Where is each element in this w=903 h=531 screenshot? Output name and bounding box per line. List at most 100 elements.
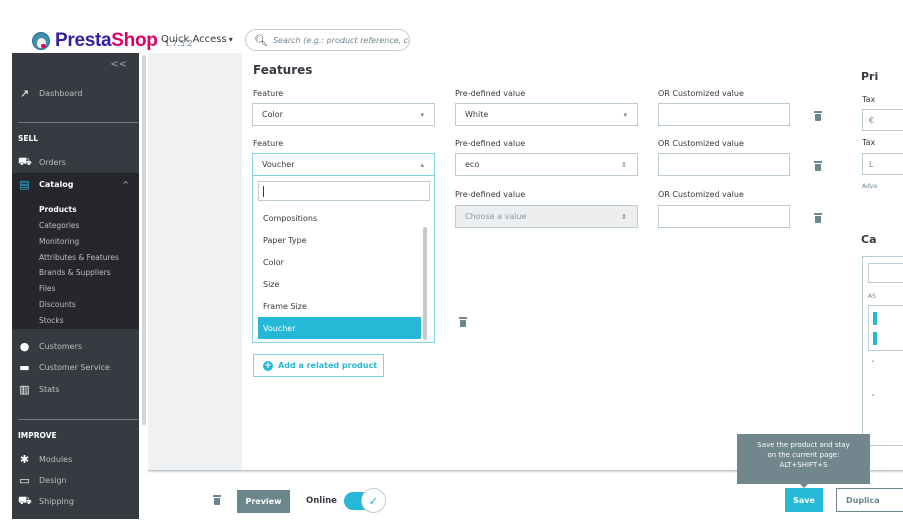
chevron-down-icon[interactable]: ˇ: [871, 394, 875, 403]
dropdown-option-selected[interactable]: Voucher: [258, 317, 421, 339]
sidebar-label: Catalog: [39, 179, 74, 189]
collapse-sidebar-icon[interactable]: <<: [110, 59, 127, 70]
feature-value: Voucher: [262, 160, 295, 169]
truck-icon: ⛟: [18, 493, 32, 507]
tax-rule-label: Tax: [862, 138, 876, 147]
preview-button[interactable]: Preview: [237, 490, 290, 513]
caret-up-icon: ▴: [420, 160, 424, 169]
quick-access-dropdown[interactable]: Quick Access ▾: [161, 34, 233, 45]
price-input[interactable]: €: [862, 109, 903, 131]
section-sell: SELL: [18, 134, 39, 143]
sidebar-label: Design: [39, 475, 67, 485]
customized-value-input[interactable]: [658, 153, 790, 176]
feature-select[interactable]: Color ▾: [252, 103, 435, 126]
sidebar-item-catalog[interactable]: ▤ Catalog ^: [12, 173, 139, 195]
features-title: Features: [253, 63, 313, 77]
submenu-item-products[interactable]: Products: [39, 205, 77, 214]
tooltip-shortcut: ALT+SHIFT+S: [779, 461, 828, 469]
chevron-up-icon[interactable]: ˆ: [871, 360, 875, 369]
predefined-value-select[interactable]: eco ⇕: [455, 153, 638, 176]
delete-feature-icon[interactable]: [814, 213, 822, 223]
sidebar-item-customers[interactable]: ● Customers: [12, 335, 139, 357]
chevron-up-icon: ^: [122, 179, 129, 189]
duplicate-button[interactable]: Duplica: [836, 488, 903, 512]
custom-label: OR Customized value: [658, 139, 744, 148]
predefined-label: Pre-defined value: [455, 190, 526, 199]
customized-value-input[interactable]: [658, 205, 790, 228]
dropdown-option[interactable]: Paper Type: [258, 229, 421, 251]
dropdown-scrollbar[interactable]: [423, 227, 427, 340]
dropdown-option[interactable]: Color: [258, 251, 421, 273]
monitor-icon: ▭: [19, 473, 30, 487]
submenu-item-files[interactable]: Files: [39, 284, 55, 293]
caret-down-icon: ▾: [623, 110, 627, 119]
search-bar[interactable]: 🔍︎: [245, 29, 410, 51]
sidebar-item-customer-service[interactable]: ▬ Customer Service: [12, 356, 139, 378]
feature-dropdown: Compositions Paper Type Color Size Frame…: [252, 176, 435, 343]
tax-rule-select[interactable]: L: [862, 153, 903, 175]
feature-select-open[interactable]: Voucher ▴: [252, 153, 435, 176]
predefined-value: eco: [465, 160, 480, 169]
submenu-item-brands[interactable]: Brands & Suppliers: [39, 268, 111, 277]
category-tag[interactable]: [873, 312, 877, 325]
customized-value-input[interactable]: [658, 103, 790, 126]
tax-label: Tax: [862, 95, 876, 104]
submenu-item-stocks[interactable]: Stocks: [39, 316, 64, 325]
tooltip-line: on the current page:: [767, 451, 840, 459]
predefined-value-select[interactable]: Choose a value ⇕: [455, 205, 638, 228]
delete-product-icon[interactable]: [213, 495, 221, 505]
sidebar: << ↗ Dashboard SELL ⛟ Orders ▤ Catalog ^ Pro…: [12, 53, 139, 519]
sidebar-item-design[interactable]: ▭ Design: [12, 469, 139, 491]
caret-down-icon: ▾: [420, 110, 424, 119]
delete-feature-icon[interactable]: [814, 111, 822, 121]
catalog-submenu: Products Categories Monitoring Attribute…: [12, 195, 139, 329]
add-related-product-button[interactable]: + Add a related product: [253, 354, 384, 377]
dropdown-option[interactable]: Size: [258, 273, 421, 295]
submenu-item-monitoring[interactable]: Monitoring: [39, 237, 79, 246]
plus-circle-icon: +: [263, 360, 273, 371]
sidebar-label: Dashboard: [39, 88, 83, 98]
category-tag[interactable]: [873, 332, 877, 345]
puffin-logo-icon: [32, 32, 50, 50]
online-toggle[interactable]: ✓: [344, 488, 386, 514]
sidebar-divider: [18, 419, 139, 420]
categories-title: Ca: [861, 233, 877, 246]
puzzle-icon: ✱: [19, 452, 30, 466]
submenu-item-attributes[interactable]: Attributes & Features: [39, 253, 119, 262]
associated-label: AS: [868, 293, 876, 300]
section-improve: IMPROVE: [18, 431, 57, 440]
custom-label: OR Customized value: [658, 89, 744, 98]
delete-feature-icon[interactable]: [459, 317, 467, 327]
dropdown-option[interactable]: Frame Size: [258, 295, 421, 317]
sidebar-scrollbar[interactable]: [142, 55, 146, 425]
category-search[interactable]: [868, 263, 903, 283]
save-tooltip: Save the product and stay on the current…: [737, 434, 870, 488]
submenu-item-discounts[interactable]: Discounts: [39, 300, 76, 309]
submenu-item-categories[interactable]: Categories: [39, 221, 79, 230]
sidebar-item-modules[interactable]: ✱ Modules: [12, 448, 139, 470]
feature-label: Feature: [253, 89, 284, 98]
sidebar-item-dashboard[interactable]: ↗ Dashboard: [12, 82, 139, 104]
brand-name: PrestaShop: [55, 30, 158, 52]
dropdown-option[interactable]: Compositions: [258, 207, 421, 229]
advanced-link[interactable]: Adva: [862, 183, 877, 190]
search-input[interactable]: [272, 35, 409, 45]
feature-value: Color: [262, 110, 283, 119]
sidebar-label: Orders: [39, 157, 66, 167]
add-related-label: Add a related product: [278, 361, 378, 370]
sidebar-label: Stats: [39, 384, 60, 394]
top-bar: PrestaShop 1.7.5.2 Quick Access ▾ 🔍︎: [0, 0, 903, 52]
delete-feature-icon[interactable]: [814, 161, 822, 171]
sidebar-item-shipping[interactable]: ⛟ Shipping: [12, 490, 139, 512]
sidebar-label: Customer Service: [39, 362, 110, 372]
save-button[interactable]: Save: [785, 488, 823, 512]
dropdown-search-input[interactable]: [258, 181, 430, 201]
tax-rule-value: L: [869, 159, 874, 169]
sidebar-item-orders[interactable]: ⛟ Orders: [12, 151, 139, 173]
quick-access-label: Quick Access: [161, 34, 227, 45]
bar-chart-icon: ▥: [19, 382, 30, 396]
brand-part1: Presta: [55, 30, 112, 51]
sidebar-item-stats[interactable]: ▥ Stats: [12, 378, 139, 400]
predefined-value-select[interactable]: White ▾: [455, 103, 638, 126]
check-icon: ✓: [361, 488, 386, 513]
